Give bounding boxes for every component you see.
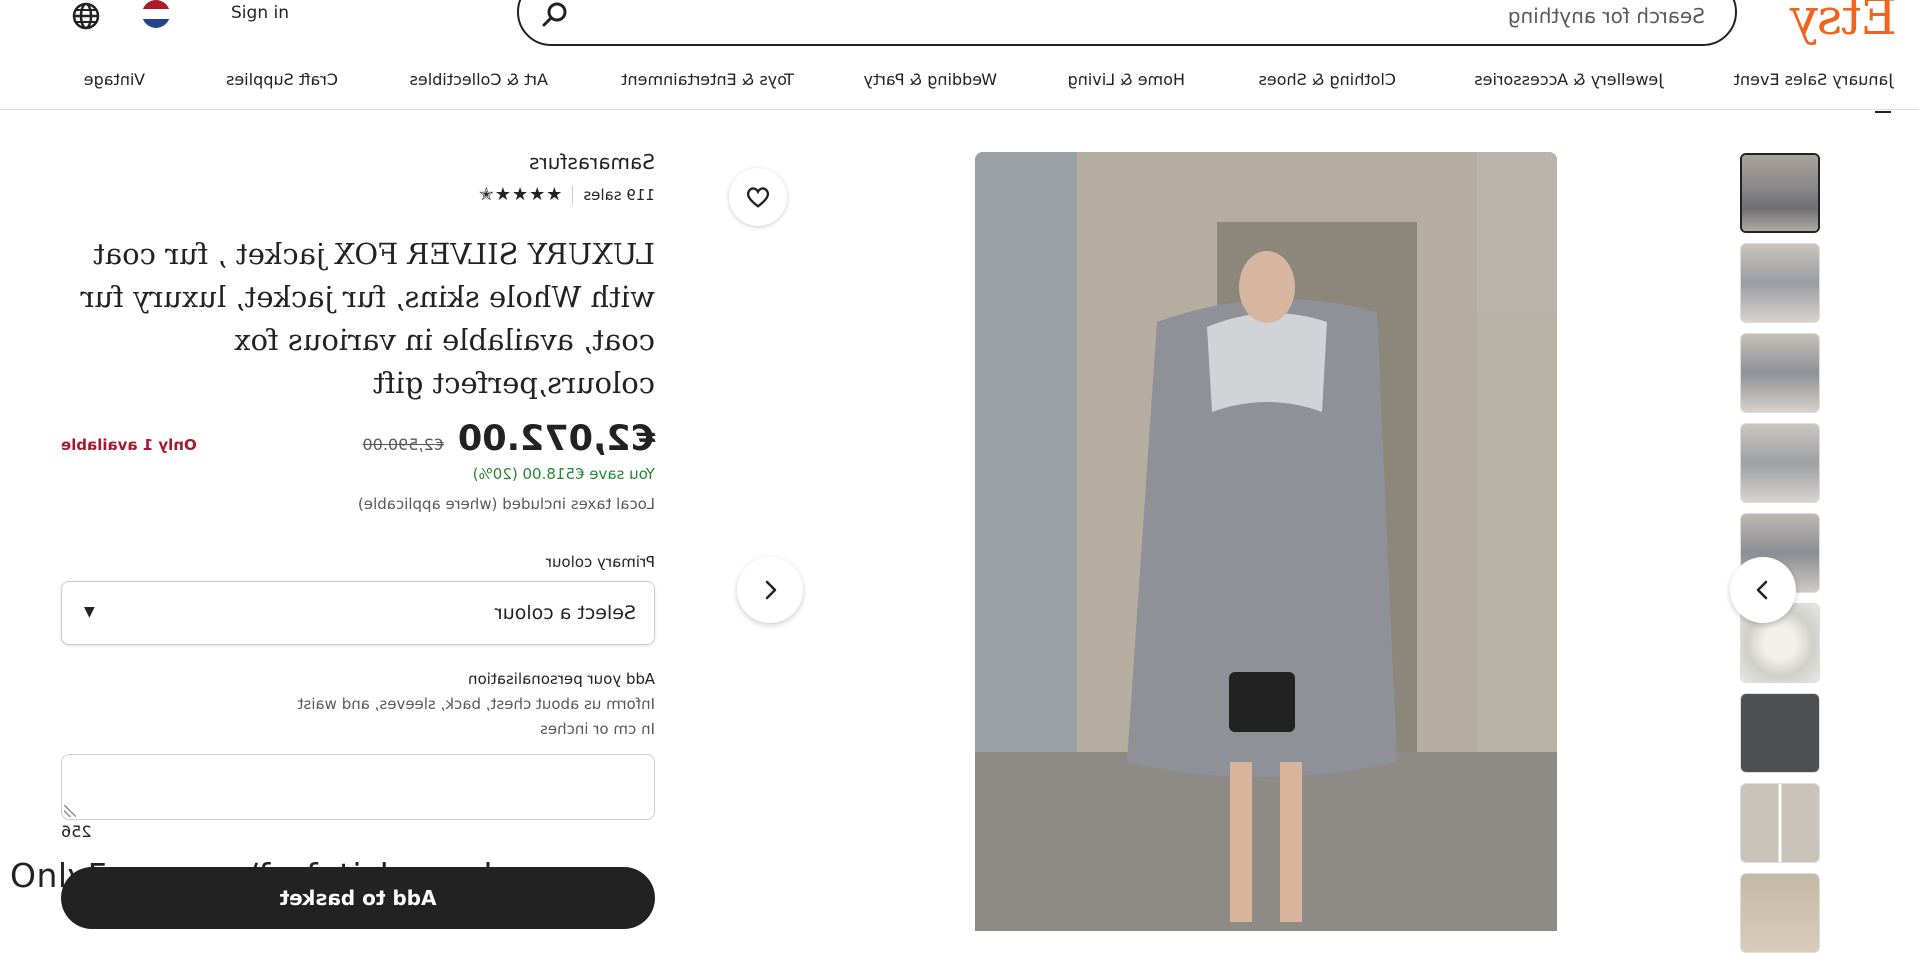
search-button[interactable]: [533, 0, 577, 36]
character-counter: 256: [61, 822, 92, 841]
thumbnail-9[interactable]: [1740, 873, 1820, 953]
sale-price: €2,072.00: [457, 419, 655, 459]
listing-title: LUXURY SILVER FOX jacket , fur coat with…: [80, 237, 655, 400]
colour-select-value: Select a colour: [494, 602, 636, 624]
personalisation-help-1: Inform us about chest, back, sleeves, an…: [297, 695, 655, 713]
nav-vintage[interactable]: Vintage: [84, 70, 145, 89]
product-photo: [975, 152, 1557, 931]
nav-craft[interactable]: Craft Supplies: [226, 70, 338, 89]
category-nav: January Sales Event Jewellery & Accessor…: [0, 70, 1919, 113]
nav-wedding[interactable]: Wedding & Party: [864, 70, 997, 89]
personalisation-label: Add your personalisation: [468, 670, 655, 688]
shop-name-link[interactable]: Samarasfurs: [61, 150, 655, 174]
price-row: €2,072.00 €2,590.00 Only 1 available: [61, 419, 655, 459]
personalisation-help-2: In cm or inches: [540, 720, 655, 738]
etsy-logo[interactable]: Etsy: [1791, 0, 1898, 46]
tax-note: Local taxes included (where applicable): [357, 495, 655, 513]
prev-image-button[interactable]: [1730, 557, 1796, 623]
chevron-left-icon: [1756, 580, 1768, 600]
favorite-button[interactable]: [729, 168, 787, 226]
savings-text: You save €518.00 (20%): [472, 465, 655, 483]
thumbnail-8[interactable]: [1740, 783, 1820, 863]
thumbnail-3[interactable]: [1740, 333, 1820, 413]
availability-badge: Only 1 available: [61, 436, 197, 454]
nav-active-underline: [1875, 111, 1891, 113]
primary-colour-label: Primary colour: [545, 553, 655, 571]
thumbnail-2[interactable]: [1740, 243, 1820, 323]
thumbnail-4[interactable]: [1740, 423, 1820, 503]
nav-home-living[interactable]: Home & Living: [1068, 70, 1185, 89]
sales-rating-row: 119 sales ★★★★✭: [61, 184, 655, 205]
nav-toys[interactable]: Toys & Entertainment: [621, 70, 794, 89]
listing-details: Samarasfurs 119 sales ★★★★✭ LUXURY SILVE…: [61, 150, 655, 929]
next-image-button[interactable]: [737, 557, 803, 623]
thumbnail-1[interactable]: [1740, 153, 1820, 233]
sales-count: 119 sales: [583, 185, 655, 204]
separator: [572, 185, 574, 204]
original-price: €2,590.00: [362, 435, 444, 454]
thumbnail-7[interactable]: [1740, 693, 1820, 773]
chevron-right-icon: [765, 580, 777, 600]
globe-icon[interactable]: [70, 0, 102, 32]
star-rating[interactable]: ★★★★✭: [478, 184, 563, 205]
listing-main-image[interactable]: [975, 152, 1557, 931]
nav-january-sales[interactable]: January Sales Event: [1734, 70, 1893, 89]
nav-clothing[interactable]: Clothing & Shoes: [1259, 70, 1396, 89]
resize-grip-icon[interactable]: [64, 805, 76, 817]
colour-select[interactable]: Select a colour ▼: [61, 581, 655, 645]
search-bar[interactable]: Search for anything: [517, 0, 1737, 46]
search-input[interactable]: Search for anything: [1508, 4, 1705, 28]
caret-down-icon: ▼: [84, 604, 95, 620]
watermark-text: OnlyFans.com/furfetishcouple: [10, 856, 514, 895]
nav-art[interactable]: Art & Collectibles: [410, 70, 548, 89]
heart-icon: [746, 187, 770, 208]
nav-jewellery[interactable]: Jewellery & Accessories: [1474, 70, 1663, 89]
sign-in-link[interactable]: Sign in: [231, 3, 289, 23]
personalisation-textarea[interactable]: [61, 754, 655, 820]
header-divider: [0, 109, 1919, 110]
netherlands-flag-icon[interactable]: [142, 0, 170, 28]
search-icon: [542, 2, 567, 27]
